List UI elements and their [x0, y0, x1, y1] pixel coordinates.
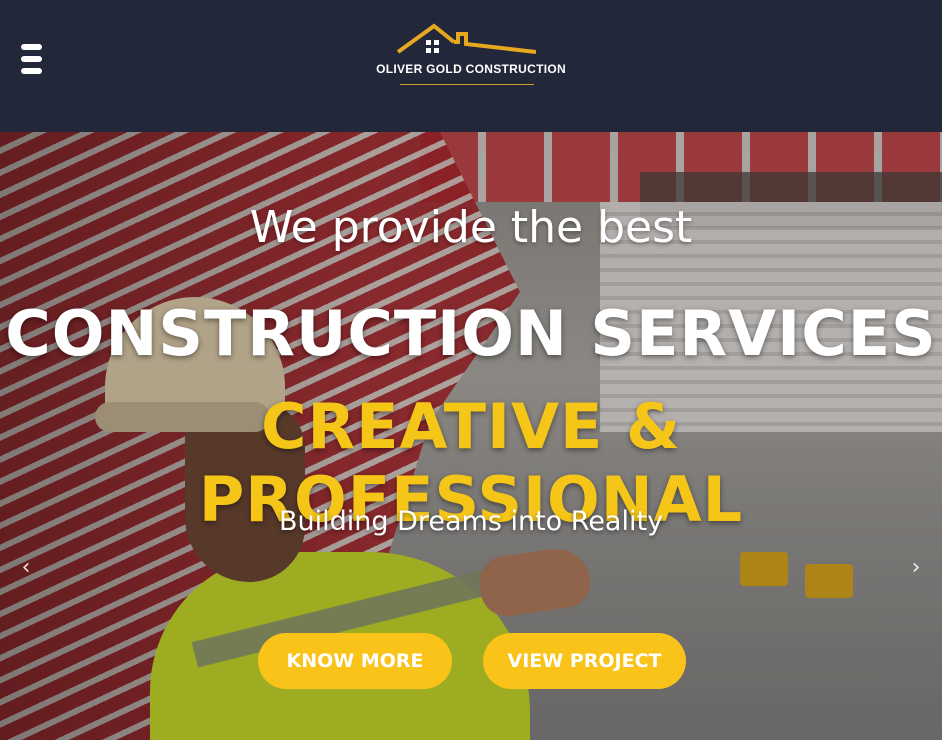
menu-bar	[21, 56, 42, 62]
site-logo[interactable]: OLIVER GOLD CONSTRUCTION	[360, 18, 582, 90]
hero-subheading: We provide the best	[249, 202, 693, 253]
site-header: OLIVER GOLD CONSTRUCTION	[0, 0, 942, 132]
chevron-right-icon[interactable]: ›	[906, 556, 926, 580]
house-roof-icon	[396, 23, 536, 54]
hero-tagline: Building Dreams into Reality	[278, 506, 664, 537]
hero-heading: CONSTRUCTION SERVICES	[5, 297, 937, 370]
logo-text: OLIVER GOLD CONSTRUCTION	[376, 62, 566, 76]
hamburger-menu-icon[interactable]	[21, 44, 42, 74]
know-more-button[interactable]: KNOW MORE	[258, 633, 452, 689]
menu-bar	[21, 68, 42, 74]
menu-bar	[21, 44, 42, 50]
hero-slider: We provide the best CONSTRUCTION SERVICE…	[0, 132, 942, 740]
chevron-left-icon[interactable]: ‹	[16, 556, 36, 580]
view-project-button[interactable]: VIEW PROJECT	[483, 633, 686, 689]
logo-underline	[400, 84, 534, 85]
